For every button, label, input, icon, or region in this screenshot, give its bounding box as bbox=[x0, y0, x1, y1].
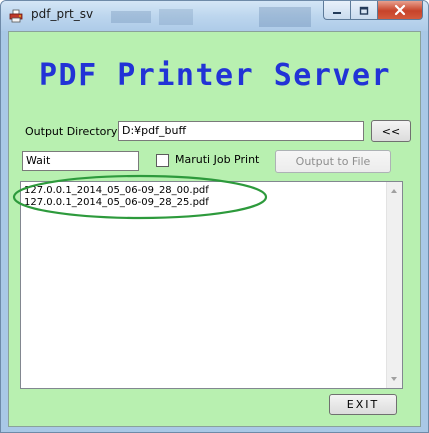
output-directory-field[interactable]: D:¥pdf_buff bbox=[118, 121, 364, 141]
app-window: pdf_prt_sv PDF Printer Server Output Dir… bbox=[0, 0, 429, 433]
scroll-down-arrow-icon[interactable] bbox=[391, 377, 397, 381]
background-ghost bbox=[111, 7, 311, 27]
close-icon bbox=[394, 1, 406, 20]
window-title: pdf_prt_sv bbox=[31, 7, 94, 21]
maruti-job-print-checkbox[interactable] bbox=[156, 154, 169, 167]
list-item[interactable]: 127.0.0.1_2014_05_06-09_28_25.pdf bbox=[24, 197, 209, 209]
browse-directory-button[interactable]: << bbox=[371, 120, 411, 142]
status-field[interactable]: Wait bbox=[22, 151, 139, 171]
client-area: PDF Printer Server Output Directory D:¥p… bbox=[8, 31, 421, 427]
minimize-icon bbox=[332, 1, 342, 20]
app-heading: PDF Printer Server bbox=[39, 58, 392, 93]
maximize-button[interactable] bbox=[350, 1, 377, 20]
minimize-button[interactable] bbox=[323, 1, 350, 20]
maximize-icon bbox=[359, 1, 369, 20]
exit-button[interactable]: EXIT bbox=[329, 394, 397, 415]
close-button[interactable] bbox=[377, 1, 423, 20]
printer-icon[interactable] bbox=[9, 8, 23, 23]
list-item[interactable]: 127.0.0.1_2014_05_06-09_28_00.pdf bbox=[24, 185, 209, 197]
scroll-up-arrow-icon[interactable] bbox=[391, 189, 397, 193]
output-directory-label: Output Directory bbox=[25, 125, 118, 138]
file-list[interactable]: 127.0.0.1_2014_05_06-09_28_00.pdf 127.0.… bbox=[20, 181, 403, 389]
file-list-items: 127.0.0.1_2014_05_06-09_28_00.pdf 127.0.… bbox=[24, 185, 209, 209]
maruti-job-print-label: Maruti Job Print bbox=[175, 153, 260, 166]
vertical-scrollbar[interactable] bbox=[386, 182, 402, 388]
output-to-file-button[interactable]: Output to File bbox=[275, 150, 391, 173]
title-bar[interactable]: pdf_prt_sv bbox=[1, 1, 428, 31]
